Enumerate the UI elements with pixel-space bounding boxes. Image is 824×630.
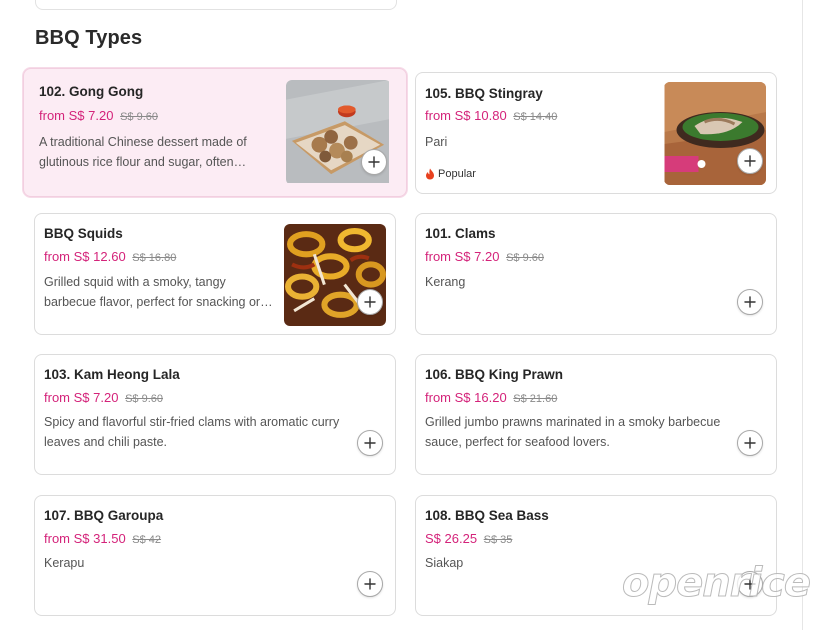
current-price: S$ 7.20 xyxy=(73,390,119,405)
item-price: from S$ 16.20 S$ 21.60 xyxy=(425,390,557,405)
menu-item-card[interactable]: 107. BBQ Garoupa from S$ 31.50 S$ 42 Ker… xyxy=(34,495,396,616)
original-price: S$ 16.80 xyxy=(132,252,177,264)
price-prefix: from xyxy=(39,108,65,123)
current-price: S$ 7.20 xyxy=(68,108,114,123)
item-price: from S$ 7.20 S$ 9.60 xyxy=(44,390,163,405)
item-name: 108. BBQ Sea Bass xyxy=(425,508,549,523)
price-prefix: from xyxy=(44,390,70,405)
price-prefix: from xyxy=(44,249,70,264)
add-to-cart-button[interactable] xyxy=(737,430,763,456)
menu-item-card[interactable]: 106. BBQ King Prawn from S$ 16.20 S$ 21.… xyxy=(415,354,777,475)
item-price: from S$ 31.50 S$ 42 xyxy=(44,531,161,546)
original-price: S$ 9.60 xyxy=(125,393,163,405)
add-to-cart-button[interactable] xyxy=(357,289,383,315)
plus-icon xyxy=(364,296,376,308)
plus-icon xyxy=(744,437,756,449)
price-prefix: from xyxy=(425,390,451,405)
original-price: S$ 9.60 xyxy=(506,252,544,264)
menu-item-card[interactable]: 103. Kam Heong Lala from S$ 7.20 S$ 9.60… xyxy=(34,354,396,475)
item-description: Pari xyxy=(425,135,448,149)
menu-item-card[interactable]: 108. BBQ Sea Bass S$ 26.25 S$ 35 Siakap xyxy=(415,495,777,616)
tag-label: Popular xyxy=(438,168,476,180)
add-to-cart-button[interactable] xyxy=(737,289,763,315)
original-price: S$ 14.40 xyxy=(513,111,558,123)
original-price: S$ 35 xyxy=(483,534,513,546)
plus-icon xyxy=(744,296,756,308)
plus-icon xyxy=(368,156,380,168)
item-name: 107. BBQ Garoupa xyxy=(44,508,164,523)
item-name: 105. BBQ Stingray xyxy=(425,86,543,101)
price-prefix: from xyxy=(44,531,70,546)
item-name: BBQ Squids xyxy=(44,226,123,241)
add-to-cart-button[interactable] xyxy=(361,149,387,175)
item-description: Kerang xyxy=(425,275,466,289)
menu-item-card[interactable]: 105. BBQ Stingray from S$ 10.80 S$ 14.40… xyxy=(415,72,777,194)
current-price: S$ 12.60 xyxy=(73,249,126,264)
plus-icon xyxy=(744,155,756,167)
popular-tag: Popular xyxy=(425,168,476,180)
item-price: from S$ 7.20 S$ 9.60 xyxy=(39,108,158,123)
scroll-divider xyxy=(802,0,803,630)
item-price: from S$ 10.80 S$ 14.40 xyxy=(425,108,557,123)
original-price: S$ 21.60 xyxy=(513,393,558,405)
item-description: A traditional Chinese dessert made of gl… xyxy=(39,135,247,169)
current-price: S$ 26.25 xyxy=(425,531,478,546)
item-price: from S$ 7.20 S$ 9.60 xyxy=(425,249,544,264)
plus-icon xyxy=(744,578,756,590)
current-price: S$ 31.50 xyxy=(73,531,126,546)
item-name: 101. Clams xyxy=(425,226,496,241)
add-to-cart-button[interactable] xyxy=(357,571,383,597)
add-to-cart-button[interactable] xyxy=(737,571,763,597)
current-price: S$ 7.20 xyxy=(454,249,500,264)
menu-item-card[interactable]: 101. Clams from S$ 7.20 S$ 9.60 Kerang xyxy=(415,213,777,335)
current-price: S$ 16.20 xyxy=(454,390,507,405)
plus-icon xyxy=(364,437,376,449)
plus-icon xyxy=(364,578,376,590)
add-to-cart-button[interactable] xyxy=(357,430,383,456)
menu-item-card[interactable]: 102. Gong Gong from S$ 7.20 S$ 9.60 A tr… xyxy=(23,68,407,197)
item-description: Grilled jumbo prawns marinated in a smok… xyxy=(425,415,721,449)
current-price: S$ 10.80 xyxy=(454,108,507,123)
item-price: from S$ 12.60 S$ 16.80 xyxy=(44,249,176,264)
add-to-cart-button[interactable] xyxy=(737,148,763,174)
menu-item-card[interactable]: BBQ Squids from S$ 12.60 S$ 16.80 Grille… xyxy=(34,213,396,335)
item-description: Kerapu xyxy=(44,556,85,570)
flame-icon xyxy=(426,168,434,180)
item-description: Siakap xyxy=(425,556,464,570)
price-prefix: from xyxy=(425,108,451,123)
previous-menu-item-card[interactable] xyxy=(35,0,397,10)
item-description: Grilled squid with a smoky, tangy barbec… xyxy=(44,275,261,309)
original-price: S$ 9.60 xyxy=(120,111,158,123)
item-name: 106. BBQ King Prawn xyxy=(425,367,564,382)
original-price: S$ 42 xyxy=(132,534,162,546)
price-prefix: from xyxy=(425,249,451,264)
item-price: S$ 26.25 S$ 35 xyxy=(425,531,512,546)
item-description: Spicy and flavorful stir-fried clams wit… xyxy=(44,415,340,449)
section-title: BBQ Types xyxy=(35,27,143,49)
item-name: 103. Kam Heong Lala xyxy=(44,367,180,382)
item-name: 102. Gong Gong xyxy=(39,84,144,99)
